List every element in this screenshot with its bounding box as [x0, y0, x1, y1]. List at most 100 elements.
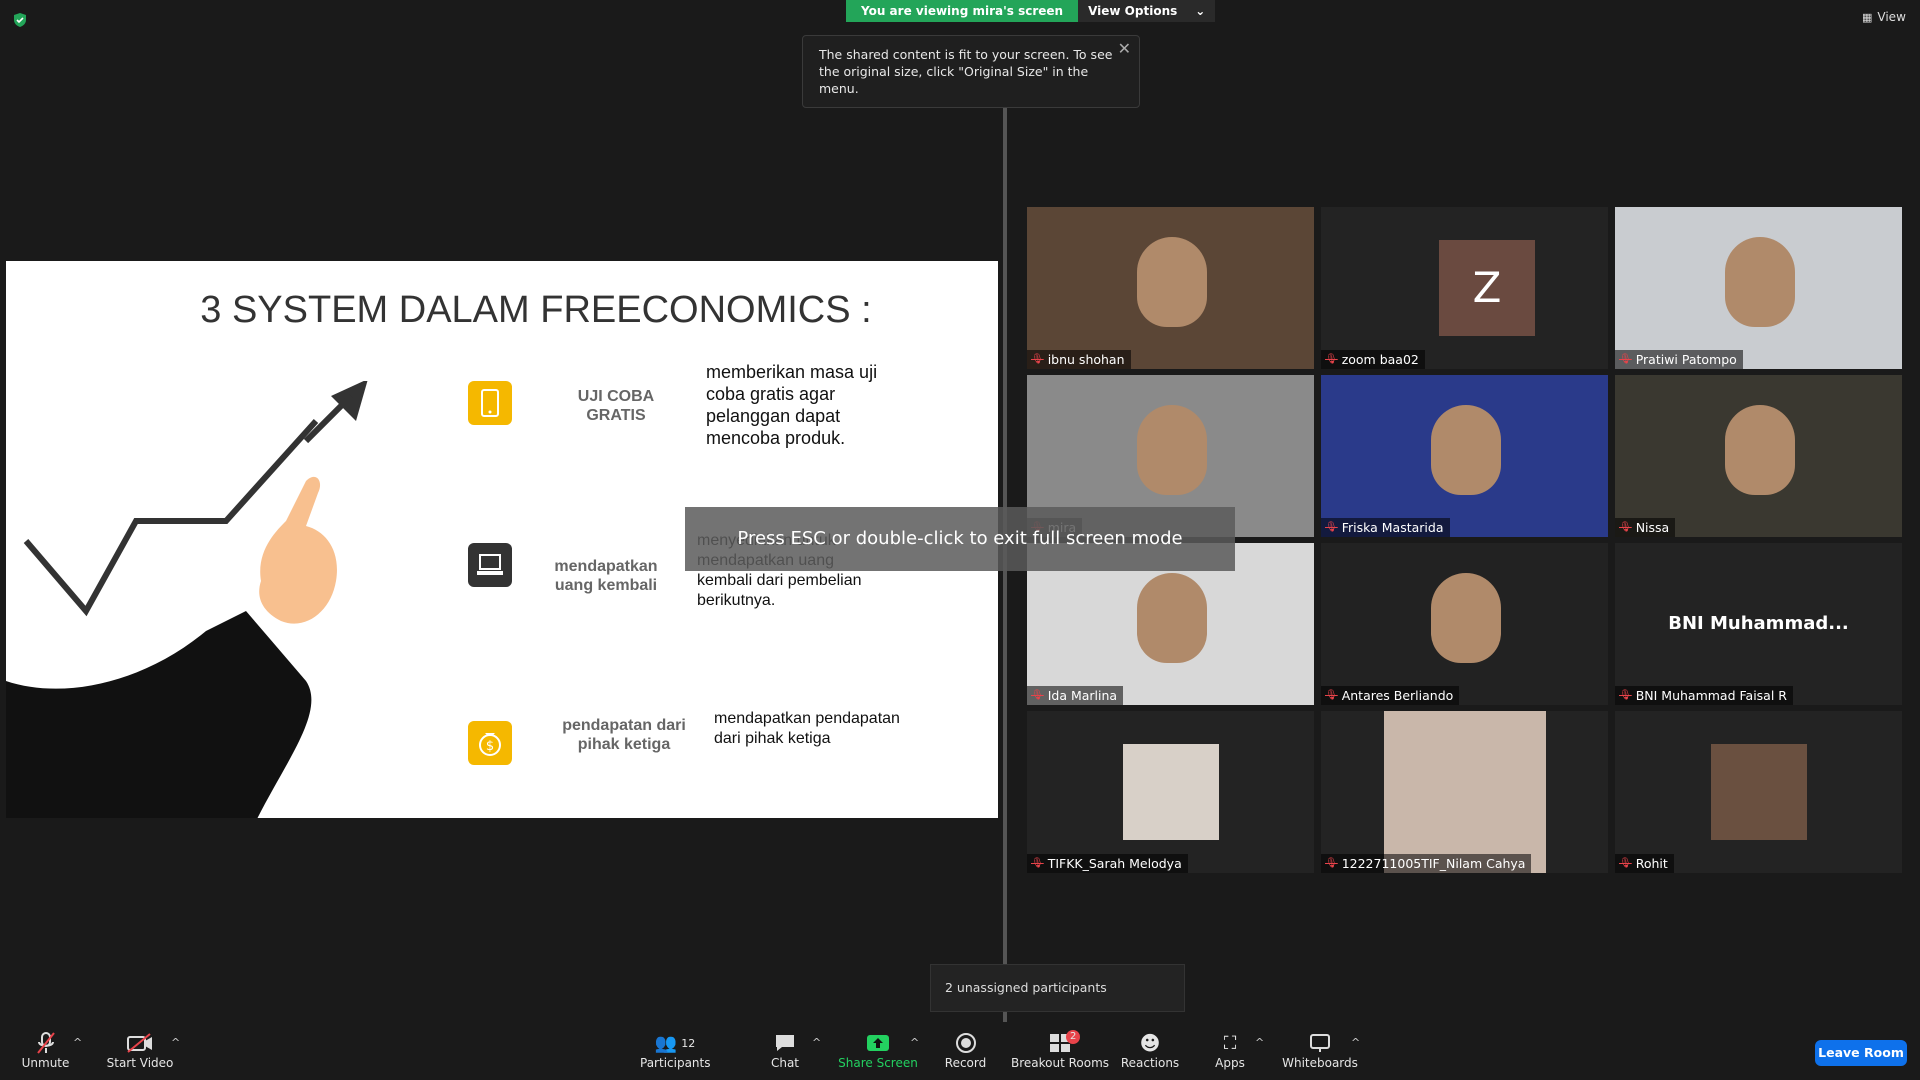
whiteboard-icon [1310, 1034, 1330, 1052]
participant-tile[interactable]: 🎙 TIFKK_Sarah Melodya [1027, 711, 1314, 873]
participant-profile-photo [1122, 744, 1219, 840]
muted-mic-icon: 🎙 [1031, 858, 1044, 869]
share-options-chevron-icon[interactable]: ^ [910, 1036, 919, 1049]
participant-name: ibnu shohan [1047, 352, 1125, 367]
view-button-label: View [1877, 10, 1906, 24]
view-button[interactable]: ▦ View [1862, 10, 1906, 24]
participant-video [1027, 207, 1314, 369]
participant-video [1615, 375, 1902, 537]
participant-name-tag: 🎙 BNI Muhammad Faisal R [1615, 686, 1793, 705]
muted-mic-icon [36, 1032, 55, 1054]
participant-tile[interactable]: 🎙 Pratiwi Patompo [1615, 207, 1902, 369]
grid-view-icon: ▦ [1862, 10, 1873, 24]
apps-options-chevron-icon[interactable]: ^ [1255, 1036, 1264, 1049]
participant-tile[interactable]: 🎙 Friska Mastarida [1321, 375, 1608, 537]
whiteboards-label: Whiteboards [1282, 1056, 1358, 1070]
participant-face [1137, 573, 1207, 663]
participant-name: Pratiwi Patompo [1635, 352, 1737, 367]
fit-screen-tooltip: The shared content is fit to your screen… [802, 35, 1140, 108]
muted-mic-icon: 🎙 [1619, 354, 1632, 365]
reactions-smiley-icon: ☻ [1139, 1031, 1161, 1055]
unassigned-participants-popup[interactable]: 2 unassigned participants [930, 964, 1185, 1012]
record-icon [955, 1033, 976, 1053]
share-screen-button[interactable]: Share Screen [838, 1030, 918, 1070]
apps-button[interactable]: ⛶ Apps [1210, 1030, 1250, 1071]
close-icon[interactable]: ✕ [1118, 40, 1131, 57]
muted-mic-icon: 🎙 [1031, 354, 1044, 365]
participants-label: Participants [640, 1056, 711, 1070]
view-options-label: View Options [1088, 4, 1178, 18]
unmute-label: Unmute [21, 1056, 70, 1070]
item-label: pendapatan dari pihak ketiga [562, 717, 686, 753]
record-button[interactable]: Record [943, 1030, 988, 1070]
participant-face [1725, 405, 1795, 495]
participant-name: Friska Mastarida [1341, 520, 1444, 535]
view-options-button[interactable]: View Options ⌄ [1078, 0, 1216, 22]
muted-mic-icon: 🎙 [1325, 690, 1338, 701]
item-label: mendapatkan uang kembali [554, 558, 658, 594]
security-shield-icon[interactable] [12, 12, 28, 28]
participant-face [1137, 405, 1207, 495]
participant-tile[interactable]: 🎙 Antares Berliando [1321, 543, 1608, 705]
participant-tile[interactable]: Z 🎙 zoom baa02 [1321, 207, 1608, 369]
participant-tile[interactable]: BNI Muhammad... 🎙 BNI Muhammad Faisal R [1615, 543, 1902, 705]
tooltip-text: The shared content is fit to your screen… [819, 47, 1113, 96]
participant-name: Antares Berliando [1341, 688, 1454, 703]
participant-face [1431, 405, 1501, 495]
breakout-rooms-button[interactable]: 2 Breakout Rooms [1010, 1030, 1110, 1070]
participant-name: 1222711005TIF_Nilam Cahya [1341, 856, 1526, 871]
record-label: Record [944, 1056, 987, 1070]
leave-room-button[interactable]: Leave Room [1815, 1040, 1907, 1066]
audio-options-chevron-icon[interactable]: ^ [73, 1036, 82, 1049]
unmute-button[interactable]: Unmute [18, 1030, 73, 1070]
participant-name: TIFKK_Sarah Melodya [1047, 856, 1182, 871]
item-text: mendapatkan pendapatan dari pihak ketiga [714, 710, 900, 747]
participant-tile[interactable]: 🎙 Rohit [1615, 711, 1902, 873]
participant-video [1321, 543, 1608, 705]
muted-mic-icon: 🎙 [1619, 522, 1632, 533]
participant-display-name: BNI Muhammad... [1668, 613, 1849, 634]
participant-profile-photo [1383, 711, 1546, 873]
slide-title: 3 SYSTEM DALAM FREECONOMICS : [200, 289, 872, 331]
participant-tile[interactable]: 🎙 ibnu shohan [1027, 207, 1314, 369]
start-video-button[interactable]: Start Video [105, 1030, 175, 1070]
participant-profile-photo [1710, 744, 1807, 840]
viewing-screen-label: You are viewing mira's screen [846, 0, 1079, 22]
participant-face [1137, 237, 1207, 327]
chat-icon [776, 1035, 794, 1051]
whiteboard-options-chevron-icon[interactable]: ^ [1351, 1036, 1360, 1049]
breakout-badge: 2 [1066, 1030, 1081, 1044]
screen-share-banner: You are viewing mira's screen View Optio… [846, 0, 1216, 22]
whiteboards-button[interactable]: Whiteboards [1280, 1030, 1360, 1070]
participant-name: Ida Marlina [1047, 688, 1118, 703]
participant-tile[interactable]: 🎙 1222711005TIF_Nilam Cahya [1321, 711, 1608, 873]
apps-label: Apps [1215, 1056, 1245, 1070]
participant-face [1431, 573, 1501, 663]
participant-name: BNI Muhammad Faisal R [1635, 688, 1787, 703]
participant-name-tag: 🎙 Nissa [1615, 518, 1676, 537]
participant-video [1321, 375, 1608, 537]
phone-icon [468, 381, 512, 425]
participant-tile[interactable]: 🎙 Nissa [1615, 375, 1902, 537]
participant-name: zoom baa02 [1341, 352, 1419, 367]
apps-icon: ⛶ [1223, 1032, 1237, 1054]
item-text: memberikan masa uji coba gratis agar pel… [706, 362, 878, 448]
video-options-chevron-icon[interactable]: ^ [171, 1036, 180, 1049]
participant-name: Rohit [1635, 856, 1668, 871]
muted-mic-icon: 🎙 [1031, 690, 1044, 701]
participant-name-tag: 🎙 zoom baa02 [1321, 350, 1425, 369]
reactions-button[interactable]: ☻ Reactions [1120, 1030, 1180, 1070]
chat-options-chevron-icon[interactable]: ^ [812, 1036, 821, 1049]
participant-name-tag: 🎙 Rohit [1615, 854, 1674, 873]
video-off-icon [127, 1033, 152, 1053]
chat-button[interactable]: Chat [765, 1030, 805, 1070]
participant-name-tag: 🎙 Antares Berliando [1321, 686, 1460, 705]
money-bag-icon: $ [468, 721, 512, 765]
growth-arrow-hand-illustration [6, 381, 368, 818]
muted-mic-icon: 🎙 [1325, 858, 1338, 869]
participants-button[interactable]: 👥 12 Participants [640, 1030, 711, 1071]
participant-name-tag: 🎙 1222711005TIF_Nilam Cahya [1321, 854, 1532, 873]
item-label: UJI COBA GRATIS [577, 388, 655, 424]
participant-face [1725, 237, 1795, 327]
participant-video [1615, 207, 1902, 369]
